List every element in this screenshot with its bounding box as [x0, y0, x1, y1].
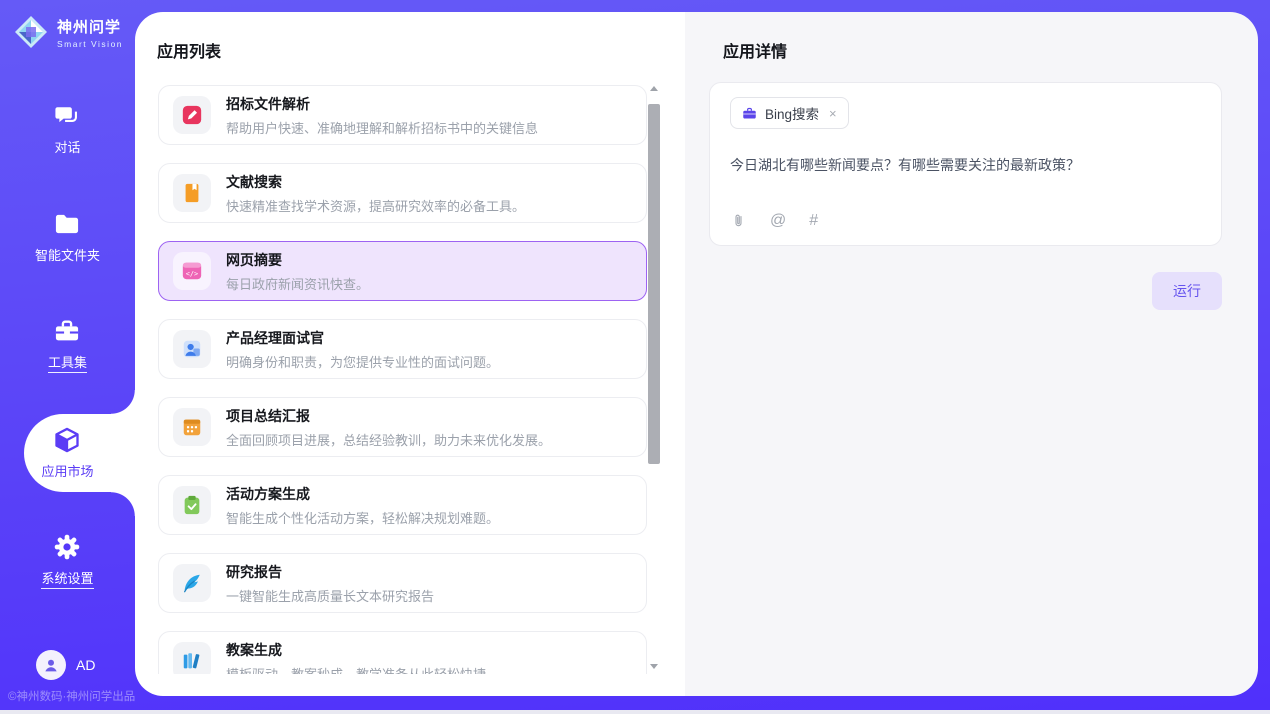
app-card-literature-search[interactable]: 文献搜索 快速精准查找学术资源，提高研究效率的必备工具。: [158, 163, 647, 223]
content-container: 应用列表 招标文件解析 帮助用户快速、准确地理解和解析招标书中的关键信息: [135, 12, 1258, 696]
person-icon: [42, 656, 60, 674]
app-desc: 一键智能生成高质量长文本研究报告: [226, 586, 434, 605]
scrollbar-thumb[interactable]: [648, 104, 660, 464]
app-desc: 全面回顾项目进展，总结经验教训，助力未来优化发展。: [226, 430, 551, 449]
app-desc: 智能生成个性化活动方案，轻松解决规划难题。: [226, 508, 499, 527]
sidebar-item-label: 应用市场: [41, 461, 93, 480]
composer-toolbar: @ #: [730, 212, 1201, 233]
app-detail-title: 应用详情: [723, 38, 1222, 62]
calendar-icon: [181, 416, 203, 438]
sidebar-item-toolset[interactable]: 工具集: [0, 314, 135, 376]
app-list-panel: 应用列表 招标文件解析 帮助用户快速、准确地理解和解析招标书中的关键信息: [135, 12, 685, 696]
interviewer-icon: [181, 338, 203, 360]
chat-icon: [54, 102, 82, 130]
app-name: 文献搜索: [226, 172, 525, 192]
app-name: 研究报告: [226, 562, 434, 582]
sidebar-item-app-market[interactable]: 应用市场: [0, 422, 135, 484]
svg-text:</>: </>: [186, 270, 198, 278]
app-desc: 明确身份和职责，为您提供专业性的面试问题。: [226, 352, 499, 371]
app-name: 产品经理面试官: [226, 328, 499, 348]
sidebar-item-label: 智能文件夹: [35, 245, 100, 264]
clipboard-check-icon: [181, 494, 203, 516]
folder-icon: [53, 210, 81, 238]
app-frame: 神州问学 Smart Vision 对话: [0, 0, 1270, 710]
app-card-bid-document-analysis[interactable]: 招标文件解析 帮助用户快速、准确地理解和解析招标书中的关键信息: [158, 85, 647, 145]
app-list-title: 应用列表: [157, 38, 221, 62]
at-icon[interactable]: @: [770, 213, 786, 229]
cube-icon: [53, 426, 81, 454]
sidebar-item-chat[interactable]: 对话: [0, 98, 135, 160]
app-list-scroll-area: 招标文件解析 帮助用户快速、准确地理解和解析招标书中的关键信息 文: [158, 85, 647, 674]
app-card-project-summary[interactable]: 项目总结汇报 全面回顾项目进展，总结经验教训，助力未来优化发展。: [158, 397, 647, 457]
sidebar-item-settings[interactable]: 系统设置: [0, 530, 135, 592]
app-name: 教案生成: [226, 640, 486, 660]
scroll-up-arrow[interactable]: [648, 82, 660, 94]
app-detail-panel: 应用详情 Bing搜索 × 今日湖北有哪些新闻要点？有哪些需要关注的最新政策？: [685, 12, 1258, 696]
app-card-event-plan[interactable]: 活动方案生成 智能生成个性化活动方案，轻松解决规划难题。: [158, 475, 647, 535]
brand-subtitle: Smart Vision: [57, 39, 123, 49]
tool-chip-label: Bing搜索: [765, 103, 819, 123]
quill-icon: [181, 572, 203, 594]
browser-code-icon: </>: [181, 260, 203, 282]
app-card-pm-interviewer[interactable]: 产品经理面试官 明确身份和职责，为您提供专业性的面试问题。: [158, 319, 647, 379]
scrollbar: [648, 82, 660, 672]
app-desc: 快速精准查找学术资源，提高研究效率的必备工具。: [226, 196, 525, 215]
chip-close-icon[interactable]: ×: [829, 107, 837, 120]
app-desc: 模板驱动，教案秒成，教学准备从此轻松快捷: [226, 664, 486, 675]
tool-chip-bing-search[interactable]: Bing搜索 ×: [730, 97, 849, 129]
sidebar-item-label: 系统设置: [41, 568, 93, 589]
prompt-text-input[interactable]: 今日湖北有哪些新闻要点？有哪些需要关注的最新政策？: [730, 155, 1201, 175]
app-desc: 每日政府新闻资讯快查。: [226, 274, 369, 293]
gear-icon: [53, 533, 81, 561]
user-account[interactable]: AD: [36, 650, 95, 680]
app-card-lesson-plan[interactable]: 教案生成 模板驱动，教案秒成，教学准备从此轻松快捷: [158, 631, 647, 674]
briefcase-icon: [742, 106, 757, 121]
prompt-composer: Bing搜索 × 今日湖北有哪些新闻要点？有哪些需要关注的最新政策？ @ #: [709, 82, 1222, 246]
app-name: 招标文件解析: [226, 94, 538, 114]
toolbox-icon: [53, 317, 81, 345]
diamond-logo-icon: [13, 14, 49, 50]
pen-square-icon: [181, 104, 203, 126]
sidebar: 神州问学 Smart Vision 对话: [0, 0, 135, 710]
brand-logo: 神州问学 Smart Vision: [0, 0, 135, 50]
scroll-down-arrow[interactable]: [648, 660, 660, 672]
app-name: 项目总结汇报: [226, 406, 551, 426]
app-name: 活动方案生成: [226, 484, 499, 504]
copyright-text: ©神州数码·神州问学出品: [8, 688, 135, 704]
sidebar-item-smart-folders[interactable]: 智能文件夹: [0, 206, 135, 268]
app-card-web-summary[interactable]: </> 网页摘要 每日政府新闻资讯快查。: [158, 241, 647, 301]
books-icon: [181, 650, 203, 672]
hash-icon[interactable]: #: [809, 213, 818, 229]
run-button[interactable]: 运行: [1152, 272, 1222, 310]
book-icon: [181, 182, 203, 204]
sidebar-nav: 对话 智能文件夹: [0, 98, 135, 592]
paperclip-icon[interactable]: [730, 212, 747, 229]
user-initials: AD: [76, 657, 95, 673]
app-name: 网页摘要: [226, 250, 369, 270]
app-card-research-report[interactable]: 研究报告 一键智能生成高质量长文本研究报告: [158, 553, 647, 613]
app-desc: 帮助用户快速、准确地理解和解析招标书中的关键信息: [226, 118, 538, 137]
avatar: [36, 650, 66, 680]
sidebar-item-label: 对话: [54, 137, 80, 156]
sidebar-item-label: 工具集: [48, 352, 87, 373]
brand-name: 神州问学: [57, 16, 123, 37]
page: 神州问学 Smart Vision 对话: [0, 0, 1270, 714]
